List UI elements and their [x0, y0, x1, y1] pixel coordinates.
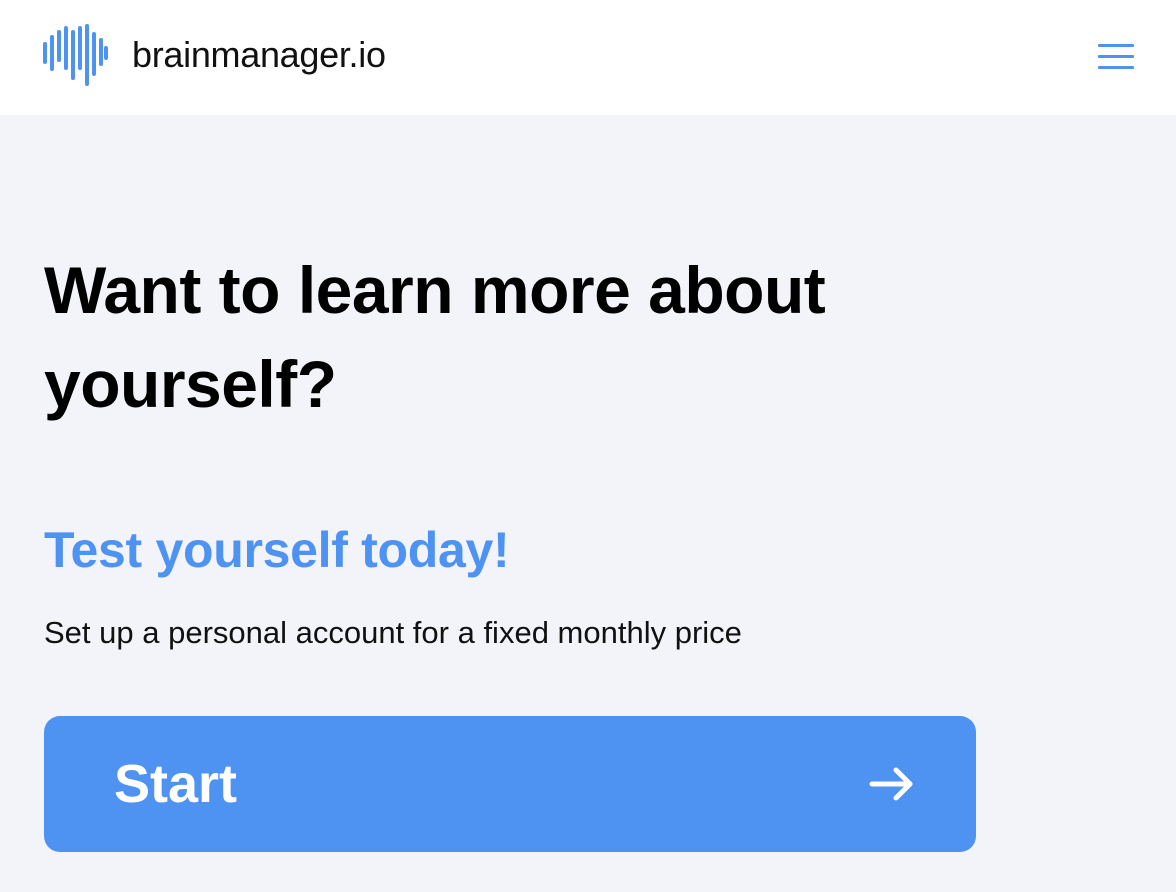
soundwave-icon [43, 24, 108, 86]
page-title: Want to learn more about yourself? [44, 253, 826, 421]
hamburger-menu-icon [1098, 44, 1134, 47]
subheadline: Test yourself today! [44, 522, 510, 578]
site-header: brainmanager.io [0, 0, 1176, 115]
arrow-right-icon [869, 767, 913, 801]
logo[interactable]: brainmanager.io [42, 24, 386, 86]
description: Set up a personal account for a fixed mo… [44, 615, 742, 650]
brand-name: brainmanager.io [132, 34, 386, 75]
start-button[interactable]: Start [44, 716, 976, 852]
menu-button[interactable] [1093, 40, 1137, 74]
start-button-label: Start [114, 754, 238, 814]
